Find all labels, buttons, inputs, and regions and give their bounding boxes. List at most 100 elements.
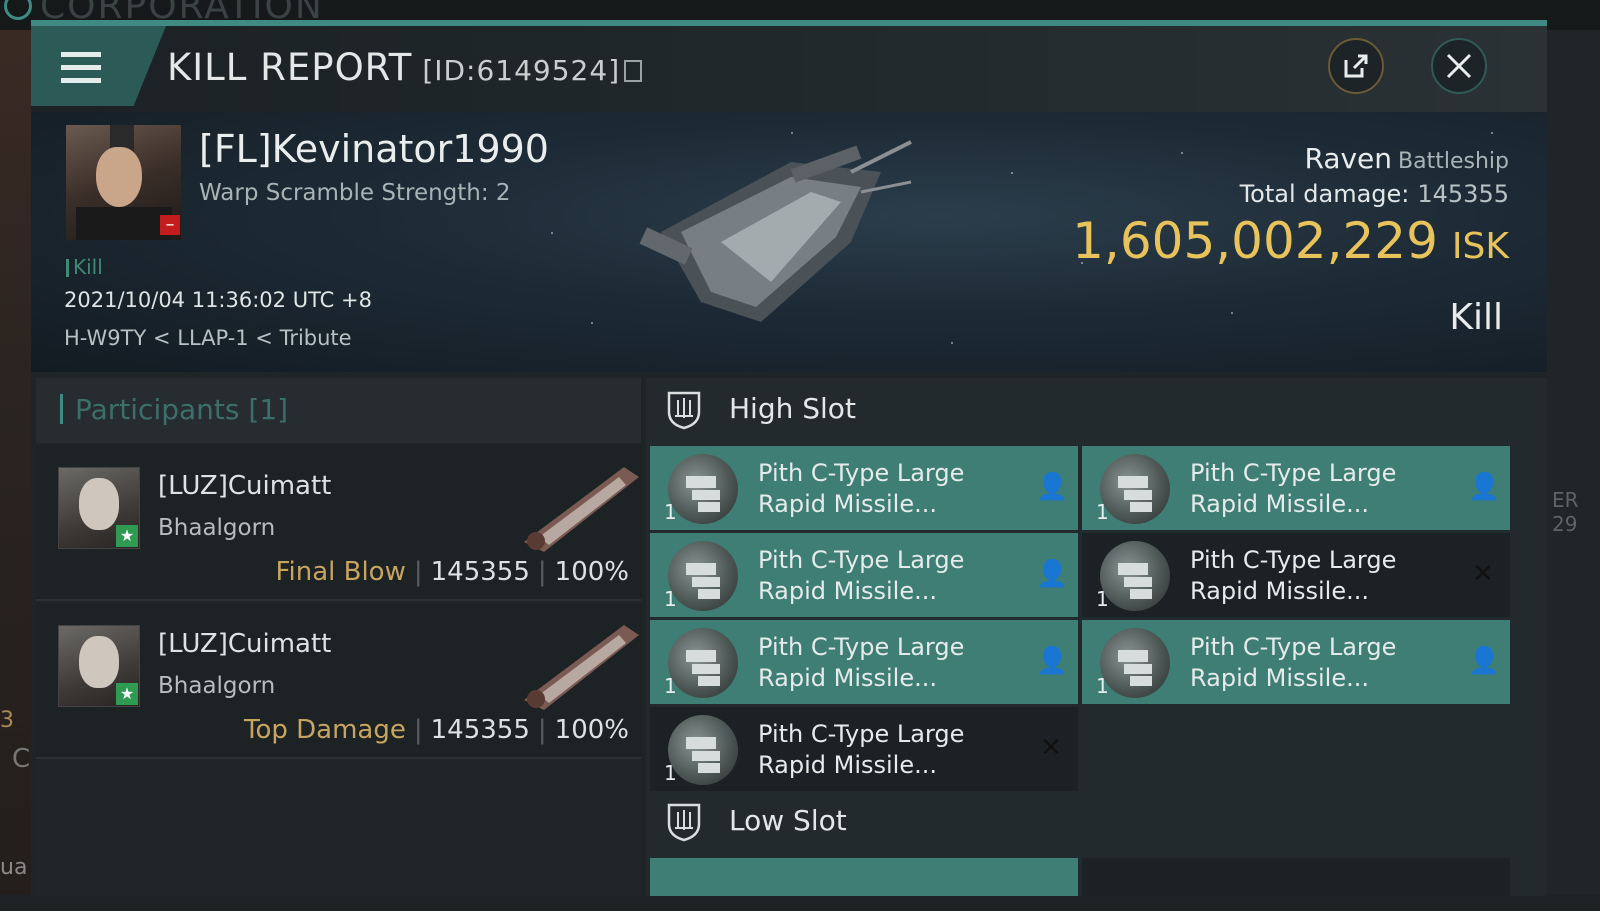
background-left-fragment-2: C — [12, 744, 31, 774]
kill-location[interactable]: H-W9TY < LLAP-1 < Tribute — [64, 326, 352, 350]
total-damage: Total damage: 145355 — [1240, 180, 1509, 208]
module-name-line2: Rapid Missile... — [758, 751, 937, 779]
high-slot-module[interactable]: 1 Pith C-Type Large Rapid Missile... 👤 — [650, 446, 1078, 530]
high-slot-module[interactable]: 1 Pith C-Type Large Rapid Missile... ✕ — [1082, 533, 1510, 617]
module-quantity: 1 — [664, 761, 677, 785]
title-text: KILL REPORT — [167, 46, 413, 89]
missile-launcher-icon — [668, 541, 738, 611]
participant-ship-image — [524, 625, 639, 710]
participant-role: Top Damage — [244, 715, 406, 745]
participant-stats: Final Blow | 145355 | 100% — [275, 557, 629, 587]
kill-tag-label: Kill — [73, 255, 103, 279]
missile-launcher-icon — [668, 454, 738, 524]
low-slot-module[interactable] — [1082, 858, 1510, 896]
module-name: Pith C-Type Large Rapid Missile... — [758, 458, 1018, 520]
kill-report-dialog: KILL REPORT [ID:6149524] – [FL]Kevinator… — [31, 20, 1547, 896]
high-slot-module[interactable]: 1 Pith C-Type Large Rapid Missile... 👤 — [650, 620, 1078, 704]
total-damage-label: Total damage: — [1239, 180, 1410, 208]
background-bottom — [0, 895, 1600, 911]
participant-pilot[interactable]: [LUZ]Cuimatt — [158, 471, 331, 501]
background-left-panel — [0, 30, 32, 911]
module-quantity: 1 — [1096, 587, 1109, 611]
module-quantity: 1 — [664, 500, 677, 524]
menu-button[interactable] — [31, 26, 166, 106]
module-quantity: 1 — [1096, 674, 1109, 698]
hamburger-menu-icon-bar — [61, 78, 101, 83]
participant-ship: Bhaalgorn — [158, 673, 276, 699]
participants-header: Participants [1] — [36, 378, 641, 443]
external-share-icon — [1344, 54, 1368, 78]
isk-value: 1,605,002,229 ISK — [1072, 212, 1509, 270]
participant-damage: 145355 — [430, 715, 530, 745]
isk-amount: 1,605,002,229 — [1072, 212, 1438, 270]
missile-launcher-icon — [1100, 628, 1170, 698]
module-name-line2: Rapid Missile... — [758, 490, 937, 518]
high-slot-icon — [667, 391, 701, 430]
participant-row[interactable]: ★ [LUZ]Cuimatt Bhaalgorn Top Damage | 1453… — [36, 603, 641, 759]
participant-damage: 145355 — [430, 557, 530, 587]
high-slot-module[interactable]: 1 Pith C-Type Large Rapid Missile... 👤 — [650, 533, 1078, 617]
low-slot-title: Low Slot — [729, 804, 847, 837]
participants-title: Participants [1] — [60, 393, 288, 426]
module-name-line1: Pith C-Type Large — [758, 720, 965, 748]
low-slot-header: Low Slot — [646, 790, 1547, 852]
module-name: Pith C-Type Large Rapid Missile... — [758, 719, 1018, 781]
participant-pilot[interactable]: [LUZ]Cuimatt — [158, 629, 331, 659]
fitted-pilot-icon: 👤 — [1468, 472, 1501, 502]
close-button[interactable] — [1431, 38, 1487, 94]
negative-standing-icon: – — [160, 215, 180, 235]
module-name: Pith C-Type Large Rapid Missile... — [1190, 458, 1450, 520]
high-slot-module[interactable]: 1 Pith C-Type Large Rapid Missile... ✕ — [650, 707, 1078, 791]
share-button[interactable] — [1328, 38, 1384, 94]
fitting-panel: High Slot 1 Pith C-Type Large Rapid Missil… — [646, 378, 1547, 896]
module-name-line2: Rapid Missile... — [1190, 664, 1369, 692]
high-slot-module[interactable]: 1 Pith C-Type Large Rapid Missile... 👤 — [1082, 446, 1510, 530]
module-quantity: 1 — [664, 674, 677, 698]
kill-datetime: 2021/10/04 11:36:02 UTC +8 — [64, 288, 372, 312]
participant-role: Final Blow — [275, 557, 406, 587]
module-name-line1: Pith C-Type Large — [758, 459, 965, 487]
victim-summary: – [FL]Kevinator1990 Warp Scramble Streng… — [31, 112, 1547, 372]
fitted-pilot-icon: 👤 — [1468, 646, 1501, 676]
module-name-line1: Pith C-Type Large — [1190, 546, 1397, 574]
hamburger-menu-icon — [61, 52, 101, 57]
titlebar: KILL REPORT [ID:6149524] — [31, 26, 1547, 112]
hamburger-menu-icon-bar — [61, 65, 101, 70]
missile-launcher-icon — [668, 628, 738, 698]
ship-class: Battleship — [1398, 149, 1509, 174]
missile-launcher-icon — [1100, 541, 1170, 611]
star-icon: ★ — [116, 525, 138, 547]
module-name-line2: Rapid Missile... — [1190, 577, 1369, 605]
fitted-pilot-icon: 👤 — [1036, 472, 1069, 502]
participant-row[interactable]: ★ [LUZ]Cuimatt Bhaalgorn Final Blow | 1453… — [36, 445, 641, 601]
module-name-line1: Pith C-Type Large — [1190, 459, 1397, 487]
participant-ship-image — [524, 467, 639, 552]
victim-name[interactable]: [FL]Kevinator1990 — [199, 127, 549, 171]
background-right-panel — [1545, 30, 1600, 911]
result-label: Kill — [1449, 297, 1503, 338]
module-name: Pith C-Type Large Rapid Missile... — [758, 632, 1018, 694]
participant-stats: Top Damage | 145355 | 100% — [244, 715, 629, 745]
destroyed-icon: ✕ — [1040, 733, 1062, 763]
dialog-title: KILL REPORT [ID:6149524] — [167, 46, 643, 89]
high-slot-module[interactable]: 1 Pith C-Type Large Rapid Missile... 👤 — [1082, 620, 1510, 704]
participant-percent: 100% — [554, 715, 629, 745]
participant-ship: Bhaalgorn — [158, 515, 276, 541]
star-icon: ★ — [116, 683, 138, 705]
warp-scramble-strength: Warp Scramble Strength: 2 — [199, 180, 511, 206]
module-name-line1: Pith C-Type Large — [1190, 633, 1397, 661]
victim-ship-image[interactable] — [621, 132, 921, 342]
copy-icon[interactable] — [624, 60, 643, 82]
fitted-pilot-icon: 👤 — [1036, 646, 1069, 676]
participant-percent: 100% — [554, 557, 629, 587]
module-name: Pith C-Type Large Rapid Missile... — [758, 545, 1018, 607]
participants-label: Participants — [75, 393, 240, 426]
low-slot-module[interactable] — [650, 858, 1078, 896]
participants-panel: Participants [1] ★ [LUZ]Cuimatt Bhaalgor… — [36, 378, 641, 896]
kill-tag: Kill — [66, 255, 103, 279]
module-name-line1: Pith C-Type Large — [758, 546, 965, 574]
victim-ship[interactable]: Raven Battleship — [1304, 142, 1509, 175]
module-quantity: 1 — [1096, 500, 1109, 524]
isk-unit: ISK — [1451, 226, 1509, 267]
module-quantity: 1 — [664, 587, 677, 611]
